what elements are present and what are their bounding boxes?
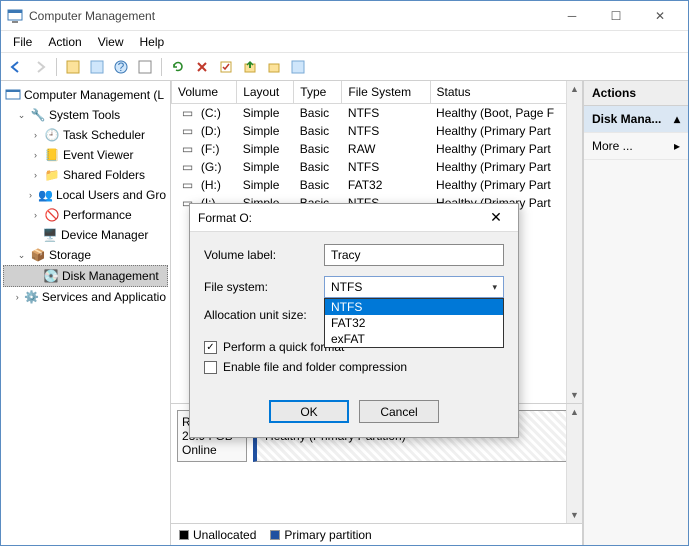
forward-button[interactable] — [29, 56, 51, 78]
actions-more[interactable]: More ...▸ — [584, 133, 688, 160]
tree-systools[interactable]: ⌄🔧System Tools — [3, 105, 168, 125]
dialog-close-button[interactable]: ✕ — [482, 209, 510, 226]
refresh-icon[interactable] — [167, 56, 189, 78]
expand-icon: ▸ — [674, 139, 680, 153]
collapse-icon: ▴ — [674, 112, 680, 126]
tree-devmgr[interactable]: 🖥️Device Manager — [3, 225, 168, 245]
close-button[interactable]: ✕ — [638, 2, 682, 30]
toolbar-icon[interactable] — [239, 56, 261, 78]
col-volume[interactable]: Volume — [172, 81, 237, 104]
menu-file[interactable]: File — [5, 33, 40, 51]
table-row[interactable]: ▭ (G:)SimpleBasicNTFSHealthy (Primary Pa… — [172, 158, 582, 176]
col-fs[interactable]: File System — [342, 81, 430, 104]
dropdown-option[interactable]: NTFS — [325, 299, 503, 315]
toolbar-icon[interactable] — [134, 56, 156, 78]
actions-header: Actions — [584, 81, 688, 106]
tree-root[interactable]: Computer Management (L — [3, 85, 168, 105]
col-layout[interactable]: Layout — [237, 81, 294, 104]
scrollbar[interactable]: ▲▼ — [566, 81, 582, 403]
help-icon[interactable]: ? — [110, 56, 132, 78]
scrollbar[interactable]: ▲▼ — [566, 404, 582, 523]
window-title: Computer Management — [29, 9, 550, 23]
tree-shared[interactable]: ›📁Shared Folders — [3, 165, 168, 185]
toolbar: ? — [1, 53, 688, 81]
table-row[interactable]: ▭ (H:)SimpleBasicFAT32Healthy (Primary P… — [172, 176, 582, 194]
expand-icon[interactable]: › — [30, 150, 41, 161]
svg-text:?: ? — [118, 60, 125, 74]
expand-icon[interactable]: › — [13, 292, 21, 303]
menubar: File Action View Help — [1, 31, 688, 53]
tree-diskmgmt[interactable]: 💽Disk Management — [3, 265, 168, 287]
tree-perf[interactable]: ›🚫Performance — [3, 205, 168, 225]
table-row[interactable]: ▭ (D:)SimpleBasicNTFSHealthy (Primary Pa… — [172, 122, 582, 140]
tree-storage[interactable]: ⌄📦Storage — [3, 245, 168, 265]
volume-label-input[interactable] — [324, 244, 504, 266]
filesystem-dropdown: NTFS FAT32 exFAT — [324, 298, 504, 348]
menu-help[interactable]: Help — [132, 33, 173, 51]
col-type[interactable]: Type — [294, 81, 342, 104]
toolbar-icon[interactable] — [287, 56, 309, 78]
drive-icon: ▭ — [178, 124, 198, 138]
expand-icon[interactable]: › — [30, 130, 41, 141]
chevron-down-icon: ▾ — [492, 282, 497, 293]
tree-services[interactable]: ›⚙️Services and Applicatio — [3, 287, 168, 307]
toolbar-icon[interactable] — [86, 56, 108, 78]
dropdown-option[interactable]: FAT32 — [325, 315, 503, 331]
table-row[interactable]: ▭ (F:)SimpleBasicRAWHealthy (Primary Par… — [172, 140, 582, 158]
delete-icon[interactable] — [191, 56, 213, 78]
tree-scheduler[interactable]: ›🕘Task Scheduler — [3, 125, 168, 145]
checkbox-icon — [204, 361, 217, 374]
table-row[interactable]: ▭ (C:)SimpleBasicNTFSHealthy (Boot, Page… — [172, 104, 582, 123]
filesystem-label: File system: — [204, 280, 324, 294]
drive-icon: ▭ — [178, 142, 198, 156]
app-icon — [7, 8, 23, 24]
drive-icon: ▭ — [178, 106, 198, 120]
actions-diskmgmt[interactable]: Disk Mana...▴ — [584, 106, 688, 133]
expand-icon[interactable]: › — [30, 210, 41, 221]
volume-label-label: Volume label: — [204, 248, 324, 262]
allocation-label: Allocation unit size: — [204, 308, 324, 322]
menu-view[interactable]: View — [90, 33, 132, 51]
toolbar-icon[interactable] — [263, 56, 285, 78]
back-button[interactable] — [5, 56, 27, 78]
tree-users[interactable]: ›👥Local Users and Gro — [3, 185, 168, 205]
checkbox-icon: ✓ — [204, 341, 217, 354]
maximize-button[interactable]: ☐ — [594, 2, 638, 30]
expand-icon[interactable]: › — [30, 170, 41, 181]
dropdown-option[interactable]: exFAT — [325, 331, 503, 347]
actions-pane: Actions Disk Mana...▴ More ...▸ — [583, 81, 688, 545]
expand-icon[interactable]: › — [26, 190, 35, 201]
drive-icon: ▭ — [178, 160, 198, 174]
tree-eventviewer[interactable]: ›📒Event Viewer — [3, 145, 168, 165]
minimize-button[interactable]: ─ — [550, 2, 594, 30]
col-status[interactable]: Status — [430, 81, 581, 104]
toolbar-icon[interactable] — [62, 56, 84, 78]
format-dialog: Format O: ✕ Volume label: File system: N… — [189, 203, 519, 438]
drive-icon: ▭ — [178, 178, 198, 192]
legend: Unallocated Primary partition — [171, 523, 582, 545]
tree-pane: Computer Management (L ⌄🔧System Tools ›🕘… — [1, 81, 171, 545]
ok-button[interactable]: OK — [269, 400, 349, 423]
collapse-icon[interactable]: ⌄ — [16, 250, 27, 261]
cancel-button[interactable]: Cancel — [359, 400, 439, 423]
dialog-title: Format O: — [198, 211, 482, 225]
compression-checkbox[interactable]: Enable file and folder compression — [204, 360, 504, 374]
toolbar-icon[interactable] — [215, 56, 237, 78]
collapse-icon[interactable]: ⌄ — [16, 110, 27, 121]
menu-action[interactable]: Action — [40, 33, 89, 51]
filesystem-select[interactable]: NTFS ▾ NTFS FAT32 exFAT — [324, 276, 504, 298]
titlebar: Computer Management ─ ☐ ✕ — [1, 1, 688, 31]
